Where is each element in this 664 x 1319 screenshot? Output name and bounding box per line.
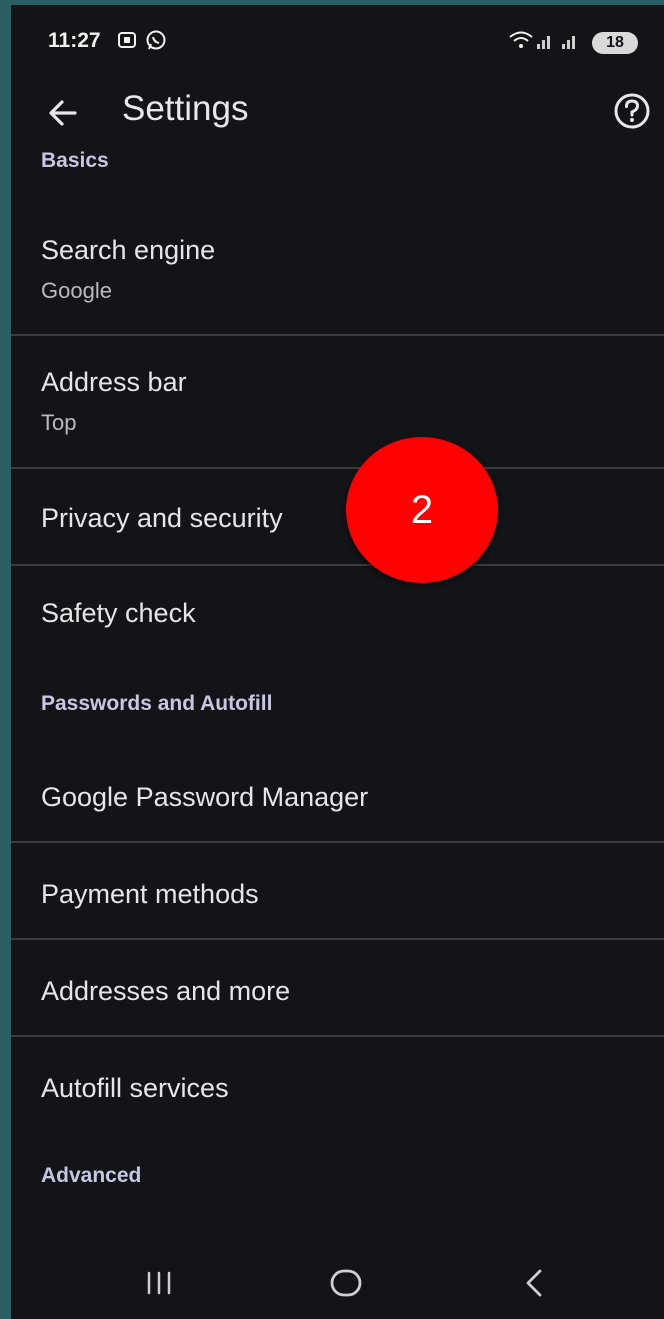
setting-addresses[interactable]: Addresses and more <box>11 941 664 1035</box>
section-header-basics: Basics <box>41 149 109 172</box>
setting-safety-check[interactable]: Safety check <box>11 567 664 657</box>
item-title: Payment methods <box>41 879 259 909</box>
setting-payment-methods[interactable]: Payment methods <box>11 844 664 938</box>
back-icon[interactable] <box>514 1263 554 1303</box>
divider <box>11 841 664 843</box>
status-time: 11:27 <box>48 29 101 52</box>
whatsapp-icon <box>146 30 166 50</box>
setting-privacy-security[interactable]: Privacy and security <box>11 470 664 564</box>
app-bar: Settings <box>11 75 664 155</box>
section-header-advanced: Advanced <box>41 1164 142 1187</box>
setting-search-engine[interactable]: Search engine Google <box>11 215 664 345</box>
home-icon[interactable] <box>326 1263 366 1303</box>
navigation-bar <box>11 1245 664 1319</box>
setting-password-manager[interactable]: Google Password Manager <box>11 747 664 841</box>
divider <box>11 938 664 940</box>
screenshot-icon <box>118 32 136 48</box>
phone-screen: 11:27 18 Settings Basics Search engine G… <box>11 5 664 1319</box>
item-title: Address bar <box>41 367 187 397</box>
recents-icon[interactable] <box>139 1263 179 1303</box>
battery-icon: 18 <box>592 32 638 54</box>
arrow-left-icon[interactable] <box>43 93 83 133</box>
divider <box>11 334 664 336</box>
item-subtitle: Top <box>41 410 77 435</box>
signal-icon <box>537 36 550 49</box>
divider <box>11 564 664 566</box>
setting-address-bar[interactable]: Address bar Top <box>11 337 664 467</box>
divider <box>11 467 664 469</box>
wifi-icon <box>509 31 533 48</box>
section-header-passwords: Passwords and Autofill <box>41 692 273 715</box>
help-circle-icon[interactable] <box>612 91 652 131</box>
status-bar: 11:27 18 <box>11 5 664 75</box>
item-title: Autofill services <box>41 1073 229 1103</box>
item-title: Addresses and more <box>41 976 291 1006</box>
signal-icon <box>562 36 575 49</box>
item-title: Privacy and security <box>41 503 283 533</box>
page-title: Settings <box>122 89 249 128</box>
item-title: Safety check <box>41 598 196 628</box>
annotation-badge: 2 <box>346 437 498 583</box>
item-subtitle: Google <box>41 278 112 303</box>
setting-autofill-services[interactable]: Autofill services <box>11 1038 664 1132</box>
item-title: Search engine <box>41 235 216 265</box>
item-title: Google Password Manager <box>41 782 369 812</box>
divider <box>11 1035 664 1037</box>
